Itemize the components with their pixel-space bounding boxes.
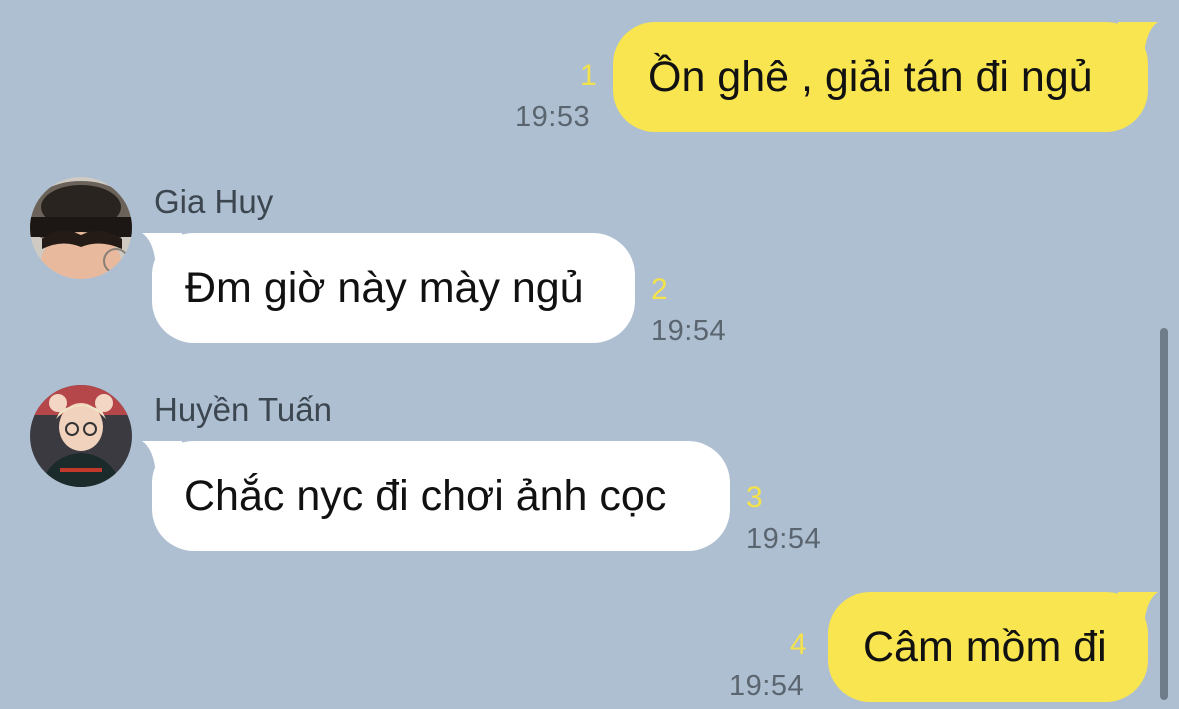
read-count: 4 [790, 628, 807, 661]
read-count: 3 [746, 481, 763, 514]
sender-name: Gia Huy [154, 183, 274, 220]
message-text: Đm giờ này mày ngủ [185, 264, 584, 312]
bubble-tail [1118, 22, 1158, 56]
message-timestamp: 19:53 [515, 101, 591, 133]
incoming-message-bubble[interactable]: Đm giờ này mày ngủ [152, 233, 635, 343]
scrollbar[interactable] [1160, 328, 1168, 700]
message-text: Chắc nyc đi chơi ảnh cọc [184, 472, 667, 520]
incoming-message-bubble[interactable]: Chắc nyc đi chơi ảnh cọc [152, 441, 730, 551]
avatar[interactable] [30, 385, 132, 487]
read-count: 2 [651, 273, 668, 306]
avatar[interactable] [30, 177, 132, 279]
outgoing-message-bubble[interactable]: Câm mồm đi [828, 592, 1148, 702]
message-timestamp: 19:54 [729, 670, 805, 702]
message-timestamp: 19:54 [651, 315, 727, 347]
read-count: 1 [580, 59, 597, 92]
sender-name: Huyền Tuấn [154, 391, 332, 428]
bubble-tail [1118, 592, 1158, 626]
message-text: Ồn ghê , giải tán đi ngủ [648, 53, 1093, 101]
message-text: Câm mồm đi [863, 623, 1107, 671]
outgoing-message-bubble[interactable]: Ồn ghê , giải tán đi ngủ [613, 22, 1148, 132]
message-timestamp: 19:54 [746, 523, 822, 555]
